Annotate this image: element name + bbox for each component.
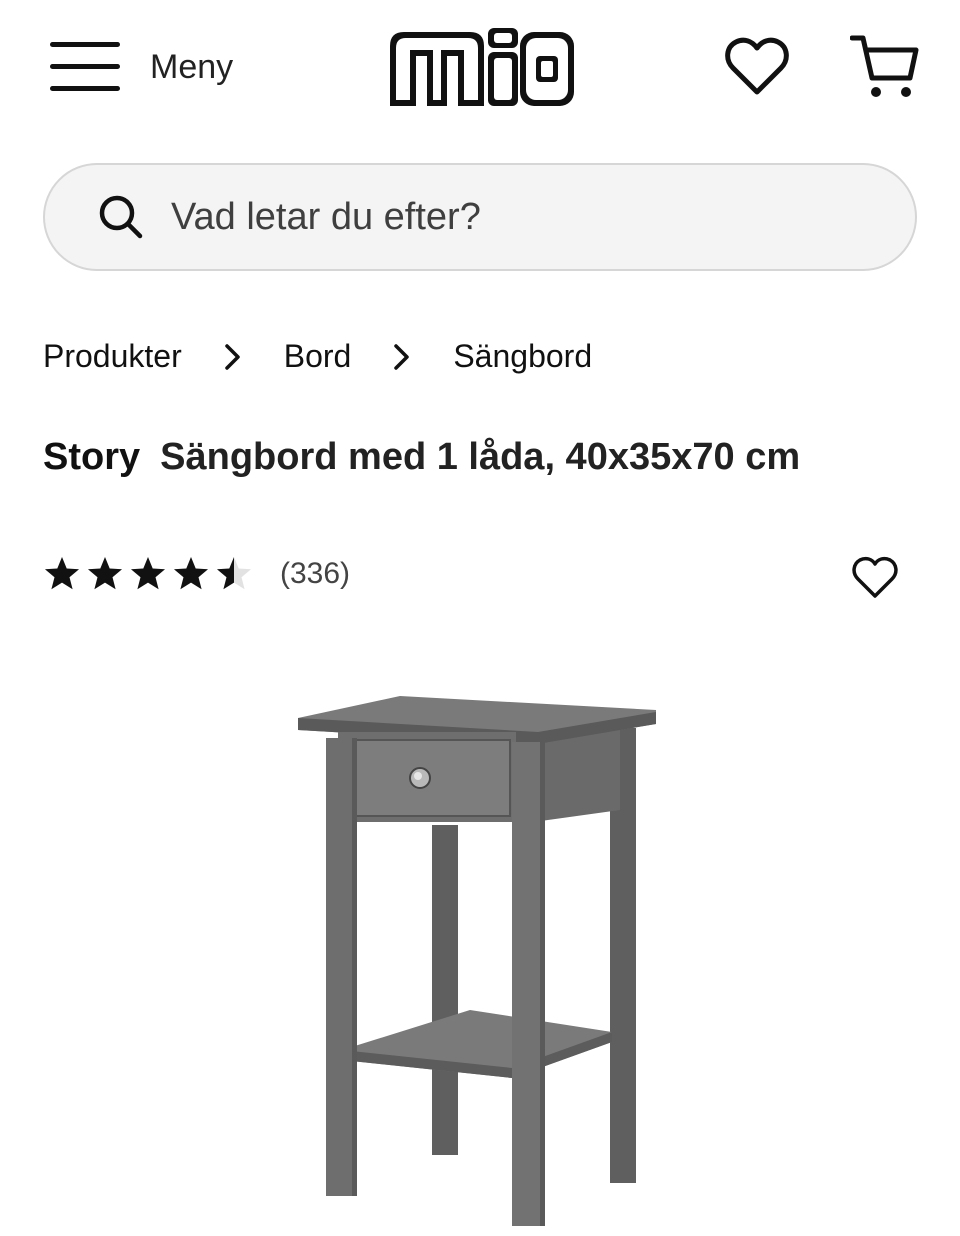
add-to-favorites-heart-icon[interactable] — [852, 556, 898, 600]
search-input[interactable] — [171, 195, 811, 239]
breadcrumb: Produkter Bord Sängbord — [43, 338, 592, 375]
chevron-right-icon — [224, 343, 240, 370]
breadcrumb-item-sangbord[interactable]: Sängbord — [453, 338, 592, 375]
menu-label: Meny — [150, 47, 234, 86]
star-full-icon — [131, 557, 165, 590]
star-full-icon — [88, 557, 122, 590]
favorites-heart-icon[interactable] — [724, 36, 790, 98]
product-title: Story Sängbord med 1 låda, 40x35x70 cm — [43, 436, 800, 479]
product-name: Sängbord med 1 låda, 40x35x70 cm — [160, 436, 801, 478]
breadcrumb-item-produkter[interactable]: Produkter — [43, 338, 182, 375]
star-half-icon — [217, 557, 251, 590]
rating-stars — [43, 555, 258, 593]
menu-button[interactable]: Meny — [50, 42, 233, 92]
breadcrumb-item-bord[interactable]: Bord — [284, 338, 352, 375]
header: Meny mio — [0, 0, 960, 140]
search-bar[interactable] — [43, 163, 917, 271]
mio-logo[interactable]: mio — [384, 22, 576, 112]
star-full-icon — [174, 557, 208, 590]
product-rating[interactable]: (336) — [43, 555, 350, 593]
star-full-icon — [45, 557, 79, 590]
review-count[interactable]: (336) — [280, 557, 350, 591]
search-icon — [99, 195, 143, 239]
hamburger-icon — [50, 42, 120, 92]
product-brand: Story — [43, 436, 141, 478]
chevron-right-icon — [394, 343, 410, 370]
cart-icon[interactable] — [850, 32, 920, 100]
product-image[interactable] — [280, 680, 680, 1236]
